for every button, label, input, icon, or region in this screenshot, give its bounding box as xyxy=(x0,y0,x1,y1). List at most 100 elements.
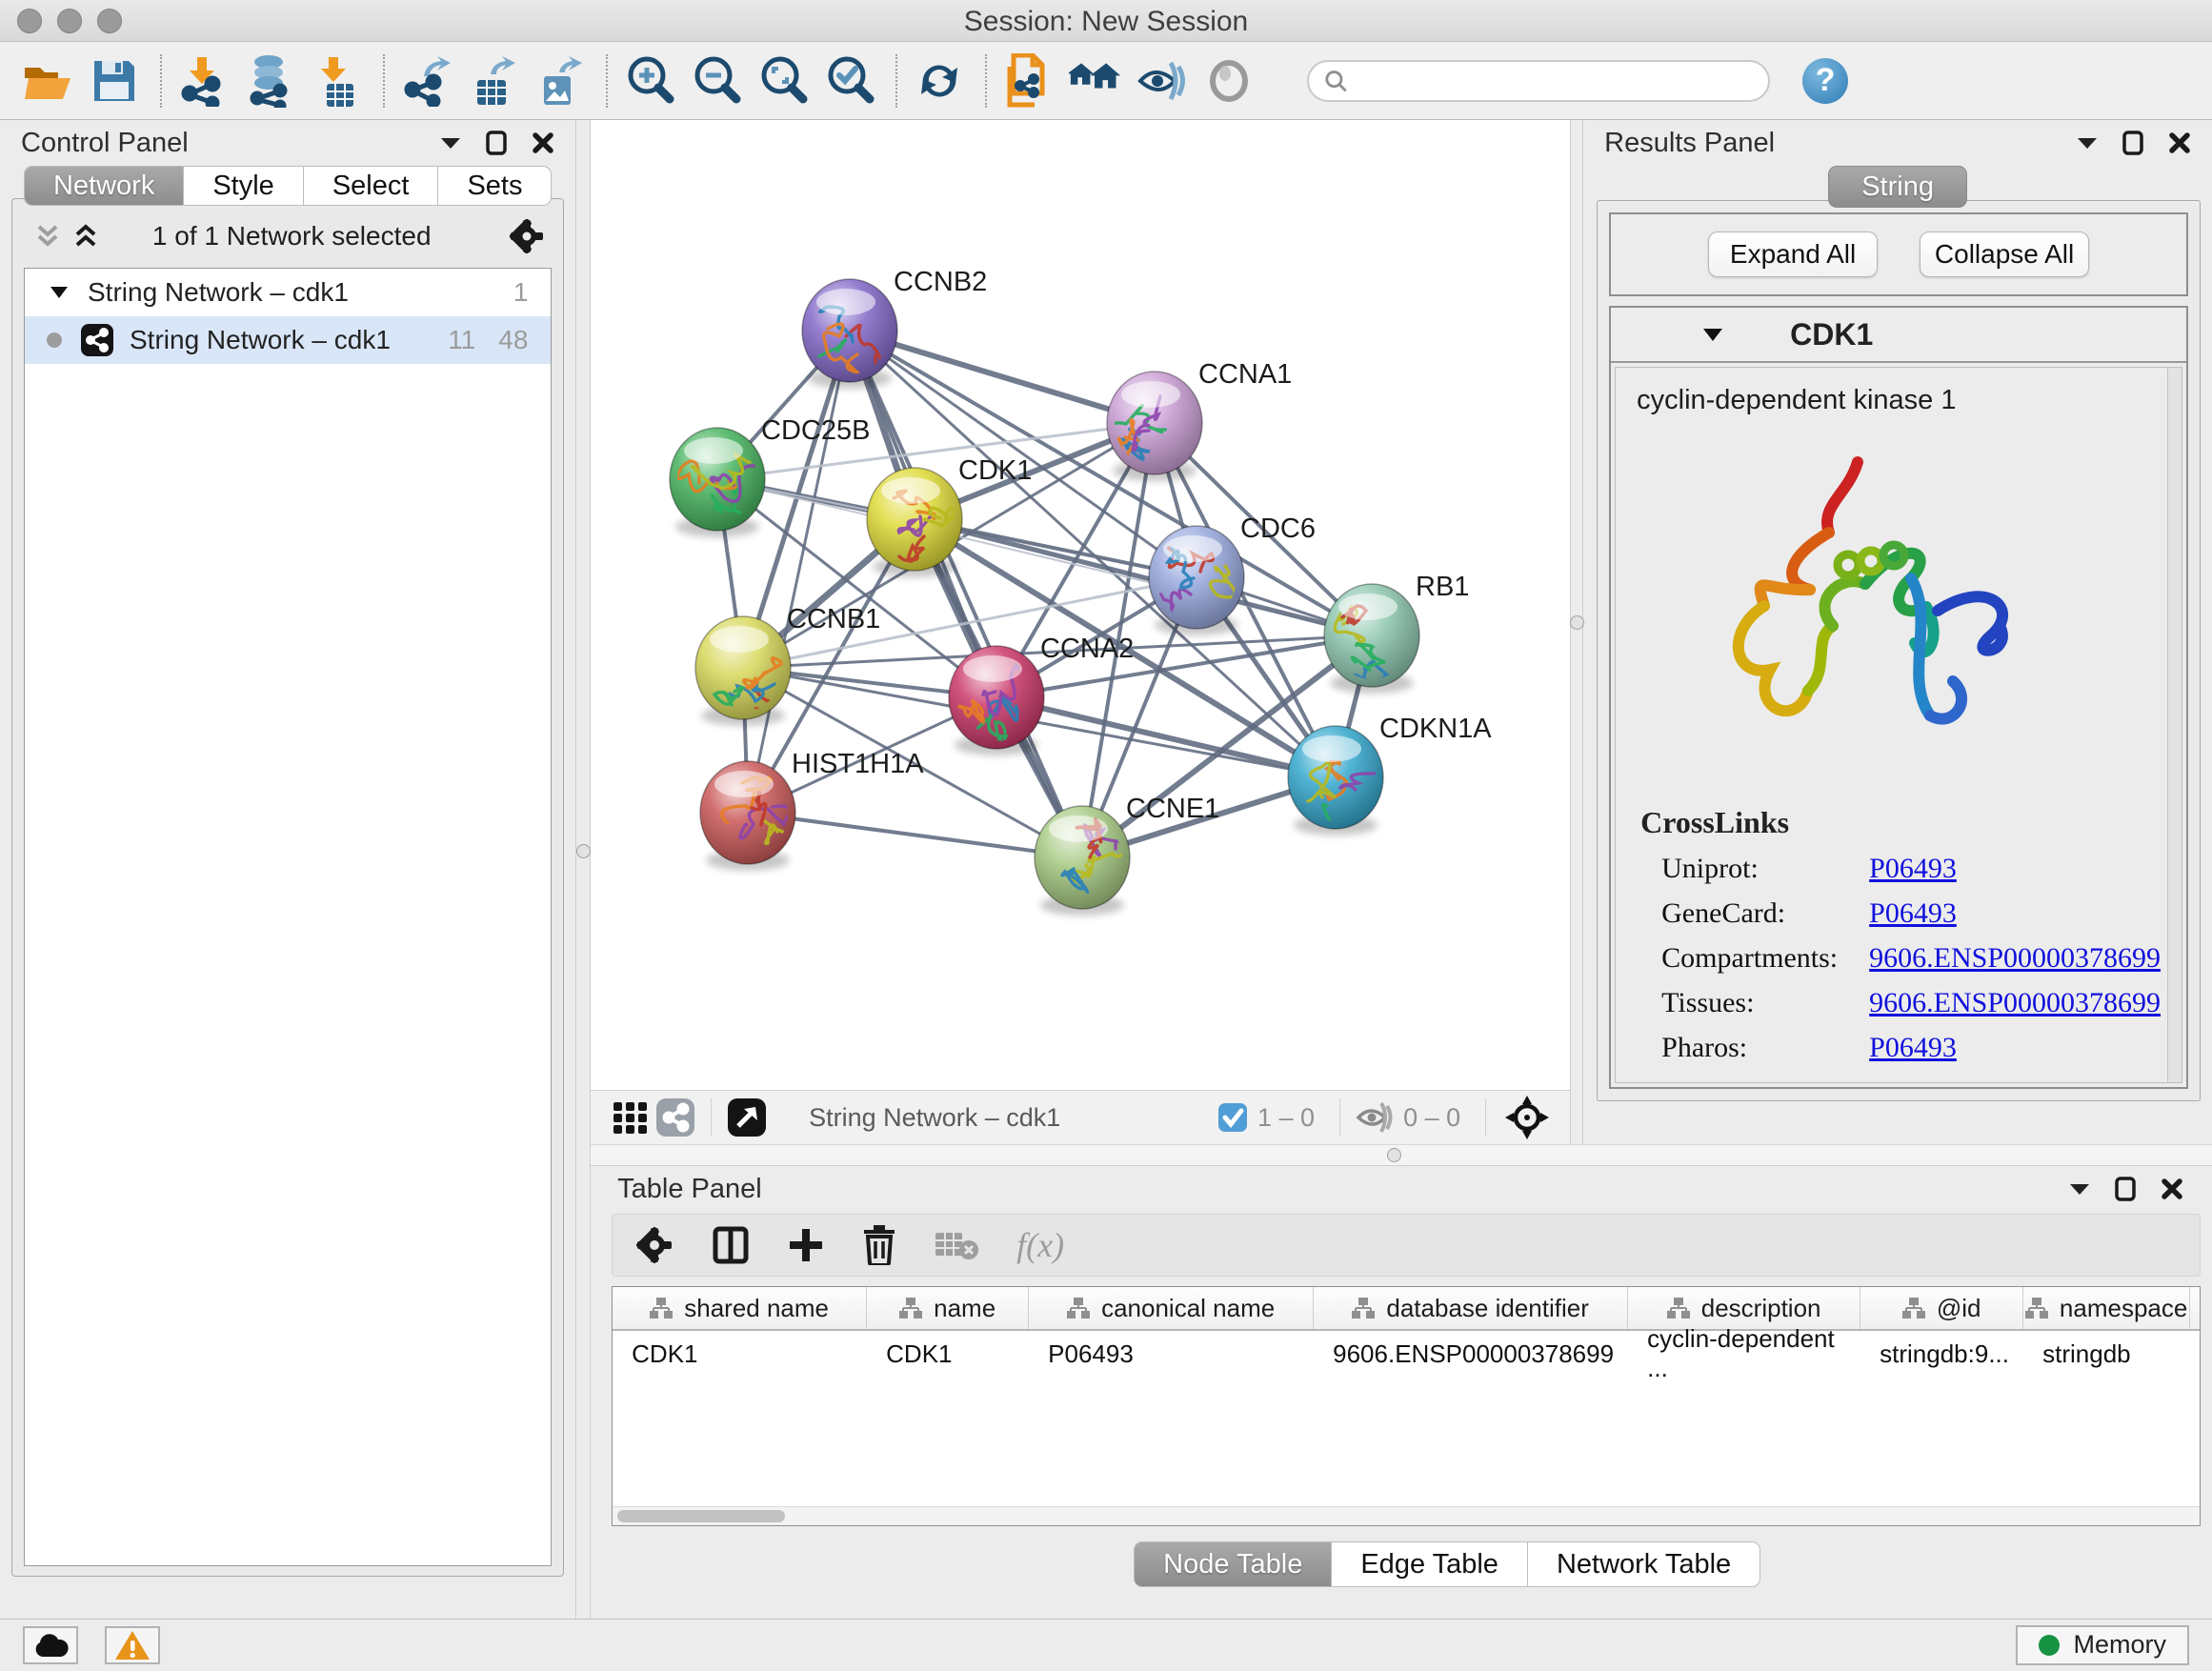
expand-all-button[interactable]: Expand All xyxy=(1708,232,1878,277)
network-collection-row[interactable]: String Network – cdk1 1 xyxy=(25,269,551,316)
float-panel-button[interactable] xyxy=(2069,1182,2090,1196)
crosslink-link[interactable]: P06493 xyxy=(1869,1032,1957,1064)
import-network-database-button[interactable] xyxy=(244,52,297,110)
close-panel-button[interactable] xyxy=(532,131,554,154)
tab-node-table[interactable]: Node Table xyxy=(1134,1541,1332,1587)
node-CDKN1A[interactable]: CDKN1A xyxy=(1288,714,1492,844)
maximize-panel-button[interactable] xyxy=(486,131,507,155)
cell-namespace[interactable]: stringdb xyxy=(2023,1331,2190,1377)
tab-network-table[interactable]: Network Table xyxy=(1528,1541,1760,1587)
cell-name[interactable]: CDK1 xyxy=(867,1331,1029,1377)
apply-layout-button[interactable] xyxy=(913,52,966,110)
selected-checkbox-icon[interactable] xyxy=(1217,1102,1248,1133)
search-input[interactable] xyxy=(1348,66,1753,95)
zoom-selected-button[interactable] xyxy=(823,52,876,110)
node-HIST1H1A[interactable]: HIST1H1A xyxy=(700,749,924,871)
entry-collapse-arrow-icon[interactable] xyxy=(1702,328,1723,342)
left-splitter[interactable] xyxy=(575,120,591,1619)
node-CCNB1[interactable]: CCNB1 xyxy=(695,604,880,739)
import-network-file-button[interactable] xyxy=(177,52,231,110)
tab-style[interactable]: Style xyxy=(184,166,303,206)
network-graph[interactable]: CCNB2CCNA1CDC25BCDK1CDC6RB1CCNB1CCNA2CDK… xyxy=(591,120,1570,1090)
network-options-gear-icon[interactable] xyxy=(510,219,544,253)
column-header--id[interactable]: @id xyxy=(1860,1287,2023,1329)
float-panel-button[interactable] xyxy=(440,136,461,150)
tab-select[interactable]: Select xyxy=(304,166,439,206)
node-RB1[interactable]: RB1 xyxy=(1324,572,1469,694)
collection-expand-arrow-icon[interactable] xyxy=(50,286,69,299)
import-table-button[interactable] xyxy=(311,52,364,110)
column-header-description[interactable]: description xyxy=(1628,1287,1860,1329)
zoom-out-button[interactable] xyxy=(690,52,743,110)
table-row[interactable]: CDK1CDK1P064939606.ENSP00000378699cyclin… xyxy=(613,1331,2200,1377)
column-header-database-identifier[interactable]: database identifier xyxy=(1314,1287,1628,1329)
collapse-all-networks-button[interactable] xyxy=(35,223,60,250)
scrollbar-thumb[interactable] xyxy=(617,1510,785,1522)
close-panel-button[interactable] xyxy=(2168,131,2191,154)
cell-database-identifier[interactable]: 9606.ENSP00000378699 xyxy=(1314,1331,1628,1377)
maximize-panel-button[interactable] xyxy=(2115,1177,2136,1201)
tab-string[interactable]: String xyxy=(1828,166,1967,208)
horizontal-splitter[interactable] xyxy=(591,1144,2212,1166)
new-network-from-selection-button[interactable] xyxy=(1002,52,1056,110)
help-button[interactable]: ? xyxy=(1802,58,1848,104)
column-header-canonical-name[interactable]: canonical name xyxy=(1029,1287,1314,1329)
crosslink-link[interactable]: P06493 xyxy=(1869,853,1957,885)
crosslink-link[interactable]: P06493 xyxy=(1869,897,1957,930)
show-graphics-details-button[interactable] xyxy=(1202,52,1256,110)
birds-eye-view-button[interactable] xyxy=(727,1097,767,1137)
export-image-button[interactable] xyxy=(533,52,587,110)
network-row-selected[interactable]: String Network – cdk1 11 48 xyxy=(25,316,551,364)
hidden-eye-slash-icon[interactable] xyxy=(1356,1101,1394,1134)
export-table-button[interactable] xyxy=(467,52,520,110)
warnings-button[interactable] xyxy=(105,1626,160,1664)
expand-all-networks-button[interactable] xyxy=(73,223,98,250)
float-panel-button[interactable] xyxy=(2077,136,2098,150)
splitter-handle[interactable] xyxy=(576,844,591,858)
cell-description[interactable]: cyclin-dependent ... xyxy=(1628,1331,1860,1377)
tab-network[interactable]: Network xyxy=(24,166,184,206)
network-canvas[interactable]: CCNB2CCNA1CDC25BCDK1CDC6RB1CCNB1CCNA2CDK… xyxy=(591,120,1570,1090)
cloud-status-button[interactable] xyxy=(23,1626,78,1664)
maximize-panel-button[interactable] xyxy=(2122,131,2143,155)
column-header-shared-name[interactable]: shared name xyxy=(613,1287,867,1329)
node-CCNE1[interactable]: CCNE1 xyxy=(1035,794,1219,916)
save-session-button[interactable] xyxy=(88,52,141,110)
export-network-button[interactable] xyxy=(400,52,453,110)
crosslink-link[interactable]: 9606.ENSP00000378699 xyxy=(1869,987,2161,1019)
collapse-all-button[interactable]: Collapse All xyxy=(1920,232,2089,277)
zoom-fit-button[interactable] xyxy=(756,52,810,110)
search-field[interactable] xyxy=(1307,60,1770,102)
node-CCNA2[interactable]: CCNA2 xyxy=(949,634,1134,755)
tab-edge-table[interactable]: Edge Table xyxy=(1332,1541,1528,1587)
first-neighbors-button[interactable] xyxy=(1069,52,1122,110)
column-header-name[interactable]: name xyxy=(867,1287,1029,1329)
node-CCNA1[interactable]: CCNA1 xyxy=(1107,359,1292,481)
cell-canonical-name[interactable]: P06493 xyxy=(1029,1331,1314,1377)
fit-selected-crosshair-button[interactable] xyxy=(1505,1096,1549,1139)
edge-HIST1H1A-CCNE1[interactable] xyxy=(748,813,1082,857)
close-panel-button[interactable] xyxy=(2161,1178,2183,1200)
tab-sets[interactable]: Sets xyxy=(438,166,552,206)
results-scrollbar[interactable] xyxy=(2167,368,2182,1082)
hide-selected-button[interactable] xyxy=(1136,52,1189,110)
node-result-header[interactable]: CDK1 xyxy=(1611,308,2186,363)
edge-CCNA2-CDKN1A[interactable] xyxy=(996,697,1336,777)
table-options-gear-button[interactable] xyxy=(635,1226,674,1264)
splitter-handle[interactable] xyxy=(1570,615,1584,630)
zoom-in-button[interactable] xyxy=(623,52,676,110)
string-network-badge-icon[interactable] xyxy=(655,1097,695,1137)
delete-column-button[interactable] xyxy=(862,1225,896,1265)
splitter-handle[interactable] xyxy=(1387,1148,1401,1162)
table-horizontal-scrollbar[interactable] xyxy=(613,1506,2200,1525)
memory-button[interactable]: Memory xyxy=(2016,1625,2189,1665)
right-splitter[interactable] xyxy=(1570,120,1583,1144)
cell--id[interactable]: stringdb:9... xyxy=(1860,1331,2023,1377)
show-column-button[interactable] xyxy=(712,1226,750,1264)
column-header-namespace[interactable]: namespace xyxy=(2023,1287,2190,1329)
open-session-button[interactable] xyxy=(21,52,74,110)
show-grid-button[interactable] xyxy=(612,1098,650,1137)
create-column-button[interactable] xyxy=(788,1227,824,1263)
crosslink-link[interactable]: 9606.ENSP00000378699 xyxy=(1869,942,2161,975)
cell-shared-name[interactable]: CDK1 xyxy=(613,1331,867,1377)
